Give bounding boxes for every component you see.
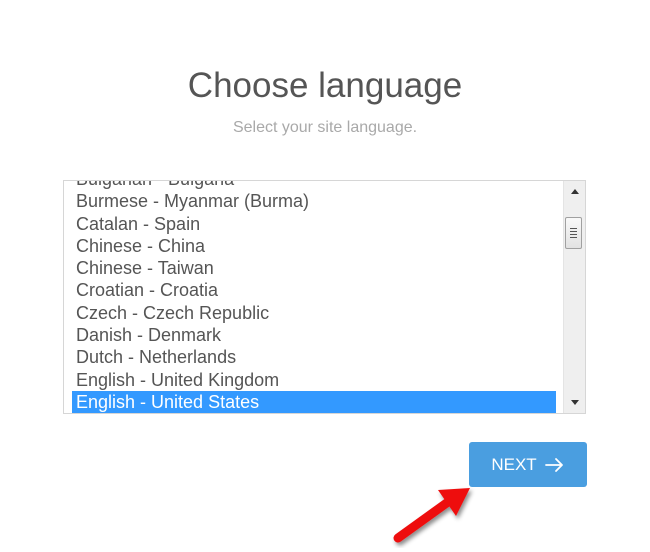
page-title: Choose language bbox=[187, 66, 463, 105]
page-subtitle: Select your site language. bbox=[232, 119, 418, 136]
grip-line bbox=[570, 228, 577, 229]
next-button-label: NEXT bbox=[491, 454, 537, 474]
language-option[interactable]: Bulgarian - Bulgaria bbox=[72, 181, 556, 190]
triangle-up-icon bbox=[570, 189, 579, 194]
language-option[interactable]: Chinese - China bbox=[72, 235, 556, 257]
language-listbox[interactable]: Bulgarian - Bulgaria Burmese - Myanmar (… bbox=[63, 180, 586, 414]
language-option[interactable]: Catalan - Spain bbox=[72, 213, 556, 235]
grip-line bbox=[570, 234, 577, 235]
red-pointer-arrow-icon bbox=[393, 488, 470, 543]
language-option[interactable]: Danish - Denmark bbox=[72, 324, 556, 346]
next-button[interactable]: NEXT bbox=[469, 442, 587, 487]
grip-line bbox=[570, 237, 577, 238]
scroll-down-button[interactable] bbox=[564, 394, 585, 411]
language-options: Bulgarian - Bulgaria Burmese - Myanmar (… bbox=[72, 181, 556, 413]
language-option[interactable]: Burmese - Myanmar (Burma) bbox=[72, 190, 556, 212]
listbox-scrollbar[interactable] bbox=[563, 181, 585, 413]
triangle-down-icon bbox=[570, 400, 579, 405]
language-option[interactable]: English - United Kingdom bbox=[72, 369, 556, 391]
language-option[interactable]: Croatian - Croatia bbox=[72, 279, 556, 301]
grip-line bbox=[570, 231, 577, 232]
language-option[interactable]: Chinese - Taiwan bbox=[72, 257, 556, 279]
scroll-up-button[interactable] bbox=[564, 183, 585, 200]
arrow-right-icon bbox=[544, 457, 565, 473]
language-option[interactable]: Czech - Czech Republic bbox=[72, 302, 556, 324]
language-option-selected[interactable]: English - United States bbox=[72, 390, 556, 413]
language-option[interactable]: Dutch - Netherlands bbox=[72, 346, 556, 368]
scrollbar-thumb[interactable] bbox=[565, 217, 582, 249]
